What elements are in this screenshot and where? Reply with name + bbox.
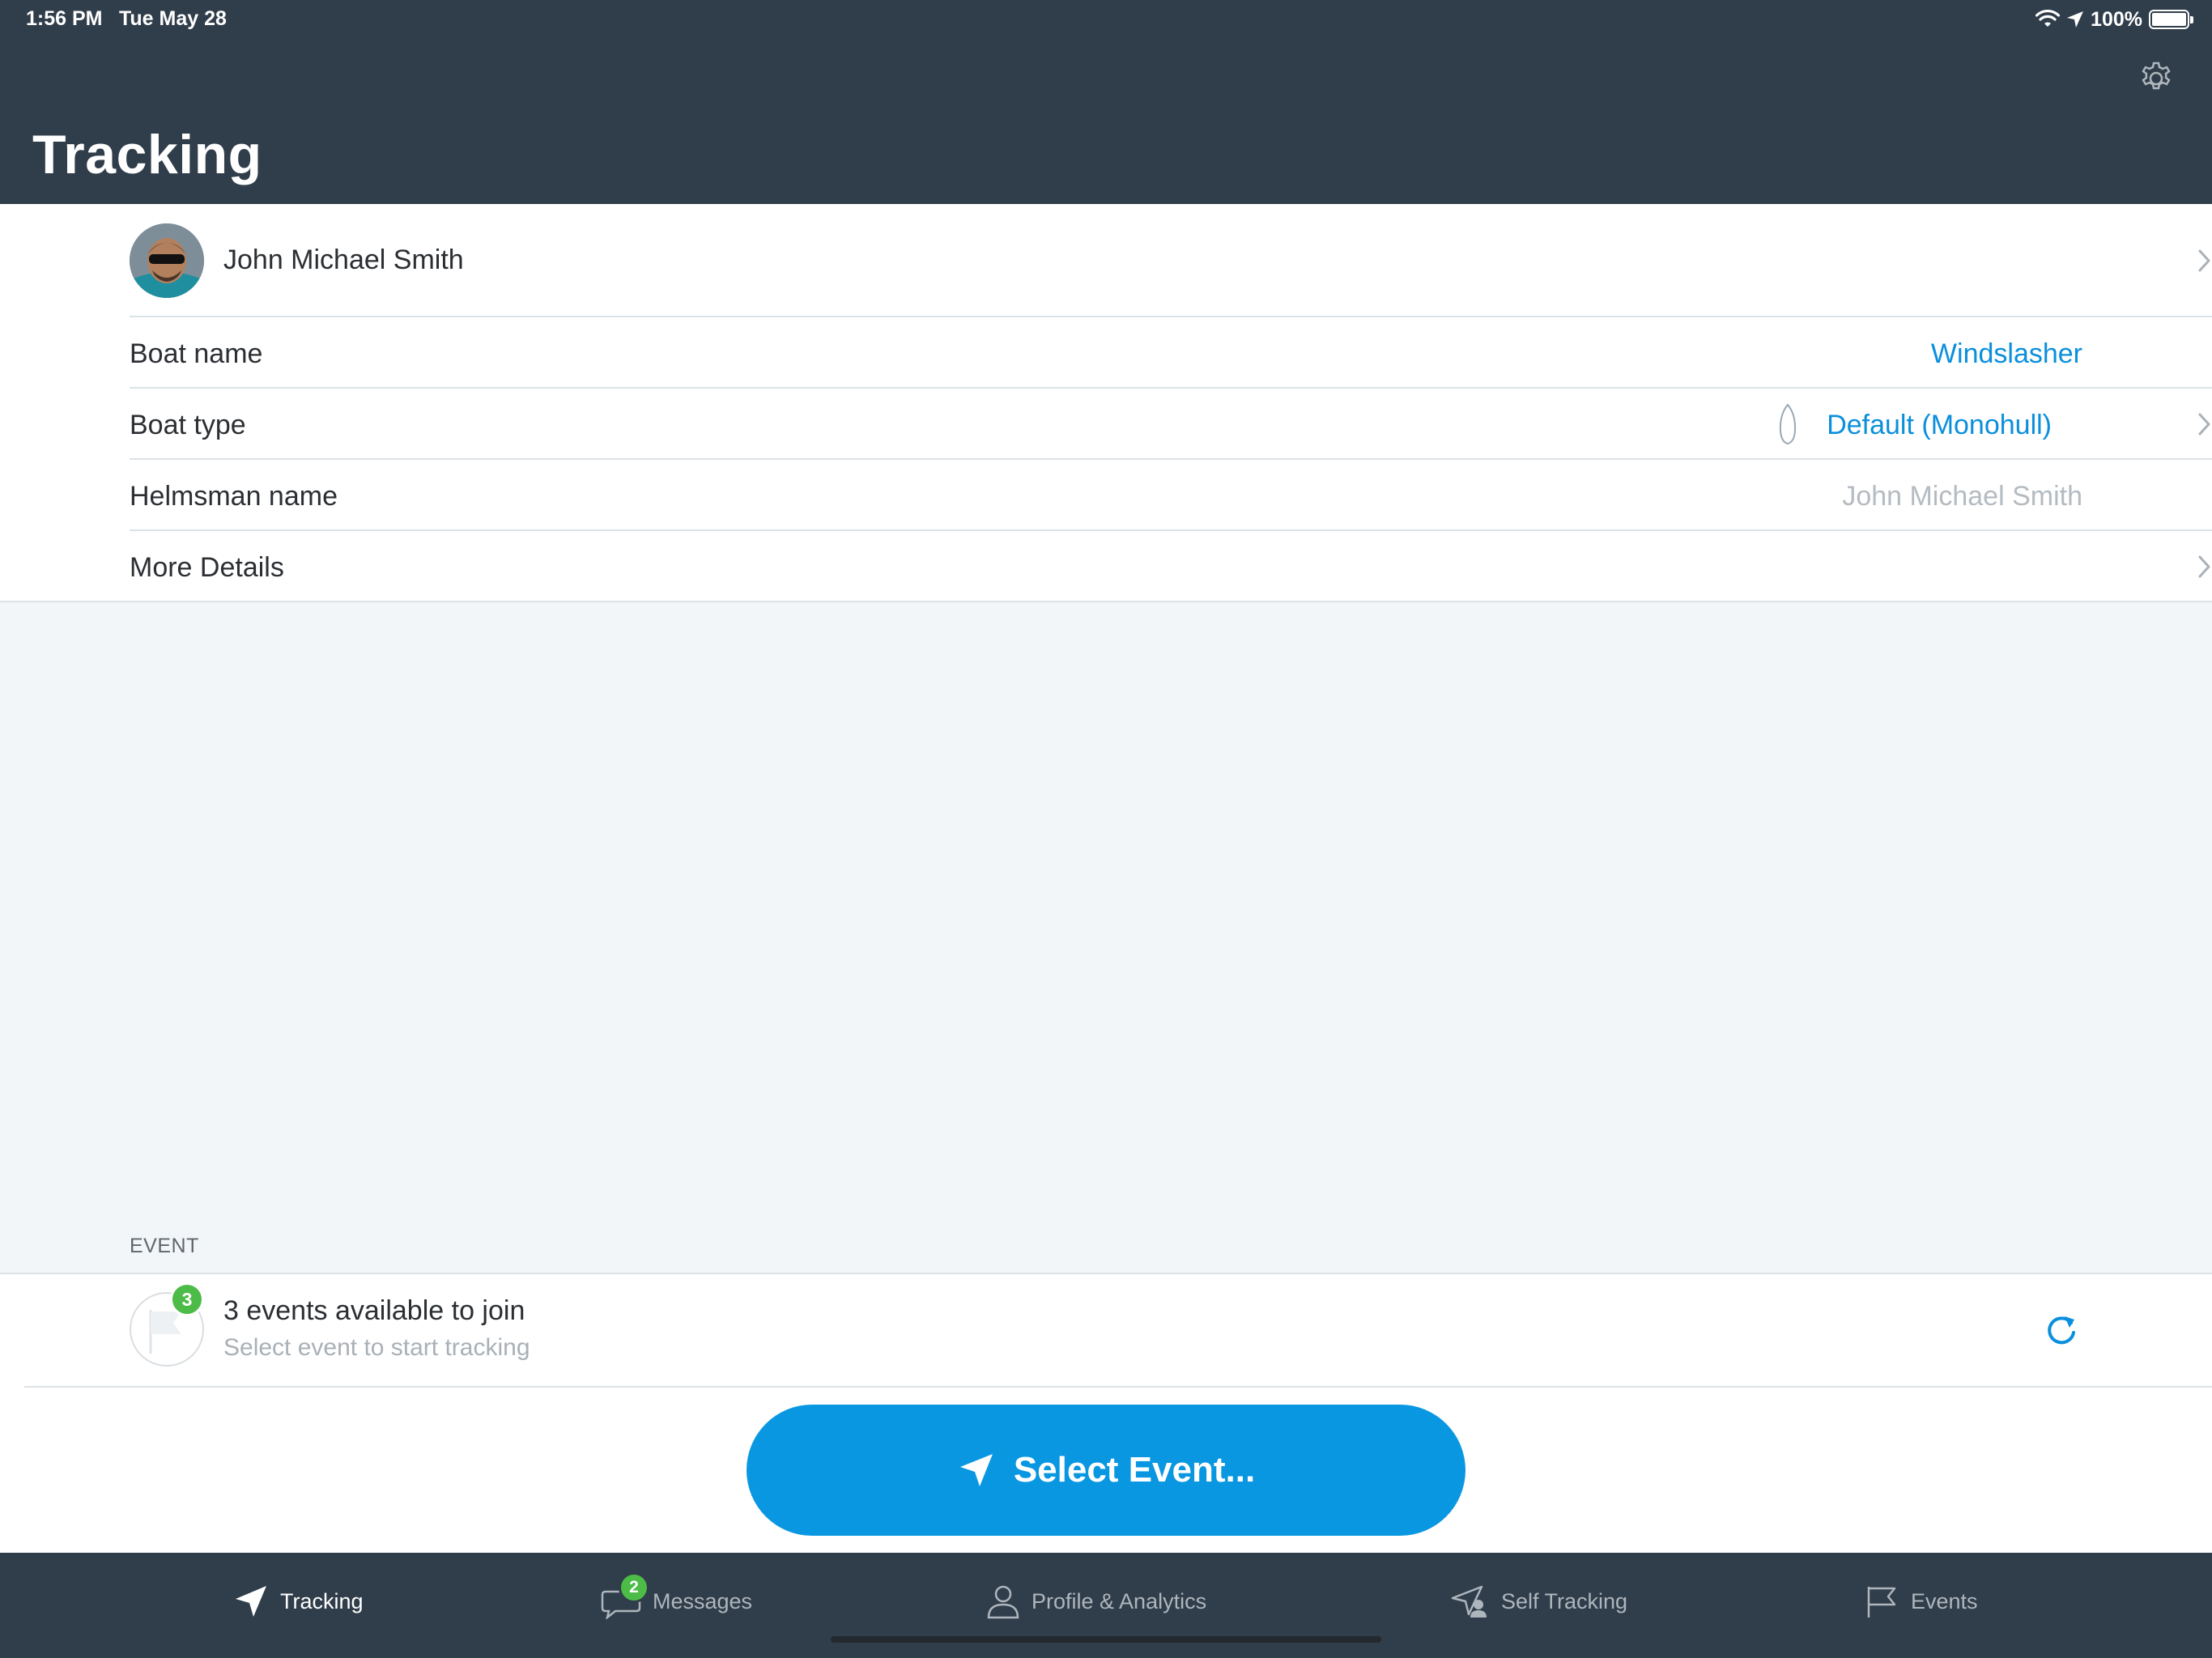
location-arrow-icon (959, 1454, 993, 1486)
avatar (130, 223, 204, 298)
tab-self-tracking[interactable]: Self Tracking (1449, 1569, 1627, 1634)
page-title: Tracking (32, 124, 262, 185)
home-indicator (831, 1636, 1381, 1643)
tab-label: Profile & Analytics (1032, 1588, 1207, 1613)
wifi-icon (2035, 10, 2061, 27)
event-card: 3 3 events available to join Select even… (0, 1273, 2212, 1553)
location-services-icon (2067, 11, 2084, 28)
select-event-button[interactable]: Select Event... (747, 1405, 1465, 1536)
helmsman-input[interactable]: John Michael Smith (1842, 481, 2082, 512)
events-count-badge: 3 (170, 1282, 204, 1316)
status-time: 1:56 PM (26, 7, 103, 30)
settings-gear-icon[interactable] (2138, 60, 2175, 97)
profile-row[interactable]: John Michael Smith (130, 204, 2212, 317)
events-available-row[interactable]: 3 3 events available to join Select even… (24, 1274, 2212, 1388)
boat-type-label: Boat type (130, 410, 246, 440)
divider (0, 601, 2212, 602)
more-details-row[interactable]: More Details (130, 531, 2212, 602)
boat-name-row[interactable]: Boat name Windslasher (130, 317, 2212, 389)
profile-name: John Michael Smith (223, 244, 464, 275)
select-event-label: Select Event... (1013, 1450, 1256, 1490)
events-available-title: 3 events available to join (223, 1295, 525, 1326)
more-details-label: More Details (130, 552, 284, 583)
tab-label: Messages (653, 1588, 753, 1613)
battery-percent: 100% (2091, 7, 2142, 31)
tab-messages[interactable]: 2 Messages (601, 1569, 752, 1634)
self-tracking-icon (1451, 1585, 1487, 1618)
refresh-icon[interactable] (2042, 1312, 2081, 1350)
boat-settings-card: John Michael Smith Boat name Windslasher… (0, 204, 2212, 602)
boat-name-label: Boat name (130, 338, 263, 369)
tab-label: Events (1911, 1588, 1978, 1613)
tab-events[interactable]: Events (1864, 1569, 1978, 1634)
chevron-right-icon (2198, 555, 2210, 578)
location-arrow-icon (236, 1586, 266, 1617)
person-icon (987, 1585, 1019, 1619)
status-indicators: 100% (2035, 6, 2193, 32)
events-available-subtitle: Select event to start tracking (223, 1334, 530, 1361)
chevron-right-icon (2198, 413, 2210, 436)
helmsman-label: Helmsman name (130, 481, 338, 512)
boat-type-value[interactable]: Default (Monohull) (1827, 410, 2052, 441)
flag-icon (1867, 1587, 1896, 1618)
tab-tracking[interactable]: Tracking (233, 1569, 364, 1634)
helmsman-row[interactable]: Helmsman name John Michael Smith (130, 460, 2212, 531)
chevron-right-icon (2198, 249, 2210, 272)
boat-type-row[interactable]: Boat type Default (Monohull) (130, 389, 2212, 460)
battery-icon (2149, 10, 2193, 29)
status-date: Tue May 28 (119, 7, 227, 30)
monohull-boat-icon (1779, 403, 1797, 445)
tab-profile-analytics[interactable]: Profile & Analytics (986, 1569, 1206, 1634)
messages-badge: 2 (619, 1572, 649, 1603)
tab-label: Self Tracking (1501, 1588, 1628, 1613)
event-section-header: EVENT (130, 1235, 199, 1257)
tab-label: Tracking (280, 1588, 364, 1613)
navigation-header: 1:56 PM Tue May 28 100% Tracking (0, 0, 2212, 204)
boat-name-value[interactable]: Windslasher (1931, 338, 2082, 370)
